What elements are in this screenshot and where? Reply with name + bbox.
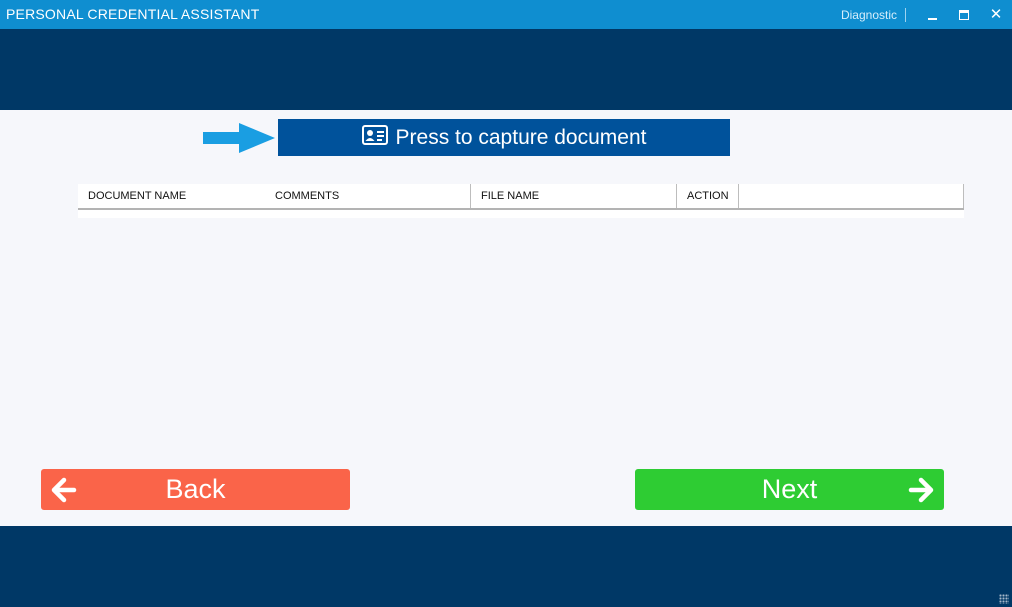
arrow-right-icon bbox=[908, 477, 934, 503]
maximize-icon bbox=[959, 9, 969, 20]
next-button-label: Next bbox=[761, 474, 818, 504]
maximize-button[interactable] bbox=[948, 0, 980, 29]
resize-grip-icon[interactable] bbox=[999, 594, 1009, 604]
diagnostic-link[interactable]: Diagnostic bbox=[841, 8, 905, 22]
id-card-icon bbox=[361, 124, 388, 151]
back-button[interactable]: Back bbox=[41, 469, 350, 510]
column-divider bbox=[963, 184, 964, 208]
title-bar-controls: Diagnostic ✕ bbox=[841, 0, 1012, 29]
footer-band bbox=[0, 526, 1012, 607]
column-header-action[interactable]: ACTION bbox=[687, 184, 729, 208]
minimize-icon bbox=[927, 17, 937, 20]
capture-document-button[interactable]: Press to capture document bbox=[278, 119, 730, 156]
table-header: DOCUMENT NAME COMMENTS FILE NAME ACTION bbox=[78, 184, 964, 210]
column-divider bbox=[676, 184, 677, 208]
arrow-left-icon bbox=[51, 477, 77, 503]
column-header-file-name[interactable]: FILE NAME bbox=[481, 184, 539, 208]
minimize-button[interactable] bbox=[916, 0, 948, 29]
column-divider bbox=[738, 184, 739, 208]
title-bar-separator bbox=[905, 7, 906, 22]
next-button[interactable]: Next bbox=[635, 469, 944, 510]
close-button[interactable]: ✕ bbox=[980, 0, 1012, 29]
app-title: PERSONAL CREDENTIAL ASSISTANT bbox=[6, 6, 260, 22]
capture-button-label: Press to capture document bbox=[395, 125, 647, 149]
header-band bbox=[0, 29, 1012, 110]
title-bar: PERSONAL CREDENTIAL ASSISTANT Diagnostic… bbox=[0, 0, 1012, 29]
arrow-right-icon bbox=[203, 123, 275, 153]
back-button-label: Back bbox=[165, 474, 226, 504]
column-header-document-name[interactable]: DOCUMENT NAME bbox=[88, 184, 186, 208]
column-divider bbox=[470, 184, 471, 208]
column-header-comments[interactable]: COMMENTS bbox=[275, 184, 339, 208]
app-window: PERSONAL CREDENTIAL ASSISTANT Diagnostic… bbox=[0, 0, 1012, 607]
close-icon: ✕ bbox=[989, 6, 1003, 23]
documents-table: DOCUMENT NAME COMMENTS FILE NAME ACTION bbox=[78, 184, 964, 218]
